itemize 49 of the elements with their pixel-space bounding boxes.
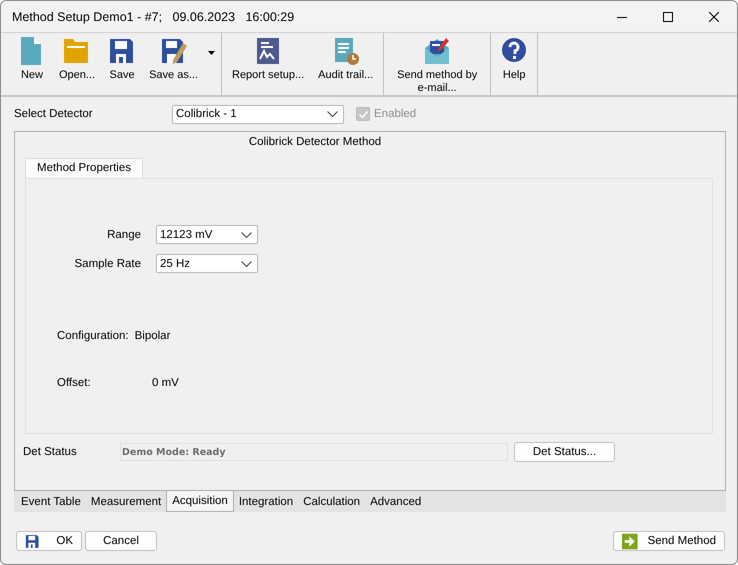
field-value: Bipolar bbox=[134, 330, 170, 342]
report-icon bbox=[255, 37, 282, 65]
det-status-button[interactable]: Det Status... bbox=[514, 442, 615, 462]
field-label: Det Status bbox=[22, 446, 78, 458]
checkmark-icon bbox=[358, 110, 368, 118]
document-clock-icon bbox=[332, 37, 359, 65]
tab[interactable]: Advanced bbox=[365, 491, 426, 512]
tab[interactable]: Calculation bbox=[298, 491, 366, 512]
field-label: Offset: bbox=[57, 377, 92, 389]
window-title: Method Setup Demo1 - #7; 09.06.2023 16:00:29 bbox=[11, 10, 294, 24]
tab[interactable]: Measurement bbox=[86, 491, 166, 512]
detector-dropdown[interactable]: Colibrick - 1 bbox=[172, 104, 344, 124]
ok-button[interactable]: OK bbox=[16, 531, 82, 551]
toolbar-button[interactable]: Save as... bbox=[142, 33, 205, 95]
save-icon bbox=[25, 532, 40, 550]
toolbar-button[interactable]: Send method by e-mail... bbox=[387, 33, 488, 95]
field-label: Range bbox=[106, 228, 141, 240]
toolbar-button[interactable]: Report setup... bbox=[225, 33, 312, 95]
field-value: 0 mV bbox=[152, 377, 179, 389]
dropdown[interactable]: 12123 mV bbox=[156, 225, 258, 244]
chevron-icon bbox=[241, 232, 252, 238]
tab[interactable]: Integration bbox=[234, 491, 298, 512]
save-as-icon bbox=[160, 37, 187, 65]
envelope-icon bbox=[424, 37, 450, 65]
arrow-icon bbox=[622, 532, 638, 550]
tab[interactable]: Event Table bbox=[16, 491, 86, 512]
toolbar-button[interactable]: Help bbox=[494, 33, 534, 95]
toolbar-button[interactable]: Save bbox=[102, 33, 142, 95]
toolbar-button[interactable]: Audit trail... bbox=[311, 33, 380, 95]
folder-icon bbox=[64, 37, 90, 65]
status-field: Demo Mode: Ready bbox=[120, 443, 508, 461]
send-method-button[interactable]: Send Method bbox=[613, 531, 725, 551]
field-label: Select Detector bbox=[13, 108, 94, 120]
chevron-icon bbox=[327, 111, 338, 117]
save-icon bbox=[109, 37, 136, 65]
caret-icon bbox=[208, 50, 215, 55]
maximize-icon bbox=[663, 12, 673, 22]
panel-title: Colibrick Detector Method bbox=[248, 135, 382, 150]
tab[interactable]: Method Properties bbox=[25, 158, 143, 178]
dropdown[interactable]: 25 Hz bbox=[156, 254, 258, 273]
close-icon bbox=[709, 12, 719, 22]
field-label: Configuration: bbox=[57, 330, 129, 342]
tab[interactable]: Acquisition bbox=[166, 491, 234, 512]
help-icon bbox=[501, 37, 528, 65]
toolbar-button[interactable]: New bbox=[12, 33, 52, 95]
chevron-icon bbox=[241, 260, 252, 266]
toolbar-button[interactable]: Open... bbox=[52, 33, 102, 95]
field-label: Sample Rate bbox=[74, 258, 141, 270]
cancel-button[interactable]: Cancel bbox=[85, 531, 157, 551]
